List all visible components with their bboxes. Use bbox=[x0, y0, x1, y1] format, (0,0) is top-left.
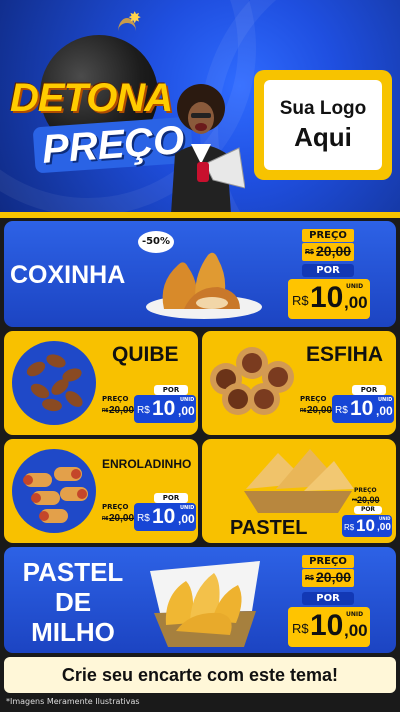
price-unit: UNID bbox=[346, 283, 364, 290]
product-name-line1: PASTEL bbox=[22, 557, 124, 587]
spark-icon: ✸ bbox=[128, 8, 142, 27]
card-pastel-de-milho[interactable]: PASTEL DE MILHO PREÇO R$ 20,00 POR R$ 10… bbox=[4, 547, 396, 653]
old-price: 20,00 bbox=[357, 495, 380, 505]
price-unit: UNID bbox=[346, 611, 364, 618]
divider bbox=[0, 212, 400, 218]
new-price-box: R$ 10 UNID ,00 bbox=[288, 607, 370, 647]
logo-text-line1: Sua Logo bbox=[279, 97, 367, 119]
pastel-de-milho-image bbox=[150, 561, 260, 647]
price-integer: 10 bbox=[152, 397, 176, 420]
pastel-image bbox=[244, 449, 354, 513]
old-price-box: R$ 20,00 bbox=[302, 569, 354, 587]
price-decimal: ,00 bbox=[376, 404, 393, 418]
price-decimal: ,00 bbox=[344, 293, 368, 312]
new-price-box: R$ 10 UNID ,00 bbox=[342, 515, 392, 537]
price-currency: R$ bbox=[292, 621, 309, 636]
title-detona: DETONA bbox=[10, 76, 173, 120]
product-name: PASTEL DE MILHO bbox=[22, 557, 124, 647]
product-name-line2: DE bbox=[54, 587, 92, 617]
old-price-currency: R$ bbox=[300, 408, 307, 414]
person-megaphone-image bbox=[171, 84, 245, 214]
por-label: POR bbox=[154, 385, 188, 395]
price-unit: UNID bbox=[378, 397, 393, 403]
price-unit: UNID bbox=[379, 516, 391, 521]
price-decimal: ,00 bbox=[178, 404, 195, 418]
price-currency: R$ bbox=[344, 523, 355, 532]
preco-label: PREÇO bbox=[302, 555, 354, 568]
old-price-currency: R$ bbox=[305, 575, 314, 582]
card-coxinha[interactable]: COXINHA -50% PREÇO R$ 20,00 POR R$ 10 UN… bbox=[4, 221, 396, 327]
product-name: ENROLADINHO bbox=[102, 457, 192, 471]
price-decimal: ,00 bbox=[344, 621, 368, 640]
card-quibe[interactable]: QUIBE PREÇO R$ 20,00 POR R$ 10 UNID ,00 bbox=[4, 331, 198, 435]
new-price-box: R$ 10 UNID ,00 bbox=[288, 279, 370, 319]
old-price: 20,00 bbox=[316, 243, 352, 259]
old-price-box: R$ 20,00 bbox=[102, 513, 134, 525]
preco-label: PREÇO bbox=[300, 395, 327, 403]
new-price-box: R$ 10 UNID ,00 bbox=[332, 395, 394, 423]
old-price-currency: R$ bbox=[305, 249, 314, 256]
logo-text-line2: Aqui bbox=[294, 121, 352, 152]
enroladinho-image bbox=[12, 449, 96, 533]
old-price: 20,00 bbox=[109, 513, 135, 524]
card-esfiha[interactable]: ESFIHA PREÇO R$ 20,00 POR R$ 10 UNID ,00 bbox=[202, 331, 396, 435]
price-currency: R$ bbox=[292, 293, 309, 308]
product-name: PASTEL bbox=[230, 517, 308, 539]
logo-placeholder: Sua Logo Aqui bbox=[254, 70, 392, 180]
price-decimal: ,00 bbox=[178, 512, 195, 526]
old-price-currency: R$ bbox=[102, 516, 109, 522]
coxinha-image bbox=[146, 252, 262, 319]
price-currency: R$ bbox=[335, 405, 348, 416]
price-integer: 10 bbox=[356, 516, 375, 535]
por-label: POR bbox=[154, 493, 188, 503]
preco-label: PREÇO bbox=[102, 395, 129, 403]
old-price-box: R$ 20,00 bbox=[300, 405, 332, 417]
price-decimal: ,00 bbox=[377, 522, 391, 533]
card-enroladinho[interactable]: ENROLADINHO PREÇO R$ 20,00 POR R$ 10 UNI… bbox=[4, 439, 198, 543]
hero-banner: ✸ DETONA PREÇO Sua Logo Aqui bbox=[0, 0, 400, 215]
product-name: QUIBE bbox=[112, 343, 179, 366]
price-integer: 10 bbox=[350, 397, 374, 420]
cta-banner[interactable]: Crie seu encarte com este tema! bbox=[4, 657, 396, 693]
product-name-line3: MILHO bbox=[31, 617, 115, 647]
preco-label: PREÇO bbox=[102, 503, 129, 511]
price-unit: UNID bbox=[180, 397, 195, 403]
price-integer: 10 bbox=[152, 505, 176, 528]
por-label: POR bbox=[354, 506, 382, 514]
old-price-currency: R$ bbox=[102, 408, 109, 414]
preco-label: PREÇO bbox=[302, 229, 354, 242]
old-price: 20,00 bbox=[307, 405, 333, 416]
old-price-box: R$ 20,00 bbox=[302, 243, 354, 261]
por-label: POR bbox=[302, 592, 354, 605]
quibe-image bbox=[12, 341, 96, 425]
price-currency: R$ bbox=[137, 513, 150, 524]
old-price: 20,00 bbox=[109, 405, 135, 416]
new-price-box: R$ 10 UNID ,00 bbox=[134, 395, 196, 423]
price-unit: UNID bbox=[180, 505, 195, 511]
old-price: 20,00 bbox=[316, 569, 352, 585]
footer-note: *Imagens Meramente Ilustrativas bbox=[6, 697, 140, 706]
preco-label: PREÇO bbox=[354, 487, 377, 494]
price-integer: 10 bbox=[310, 281, 344, 314]
por-label: POR bbox=[302, 264, 354, 277]
product-name: ESFIHA bbox=[306, 343, 384, 366]
card-pastel[interactable]: PASTEL PREÇO R$ 20,00 POR R$ 10 UNID ,00 bbox=[202, 439, 396, 543]
product-name: COXINHA bbox=[10, 261, 126, 289]
old-price-box: R$ 20,00 bbox=[102, 405, 134, 417]
price-integer: 10 bbox=[310, 609, 344, 642]
por-label: POR bbox=[352, 385, 386, 395]
new-price-box: R$ 10 UNID ,00 bbox=[134, 503, 196, 531]
esfiha-image bbox=[210, 347, 294, 415]
price-currency: R$ bbox=[137, 405, 150, 416]
old-price-box: R$ 20,00 bbox=[352, 495, 382, 505]
